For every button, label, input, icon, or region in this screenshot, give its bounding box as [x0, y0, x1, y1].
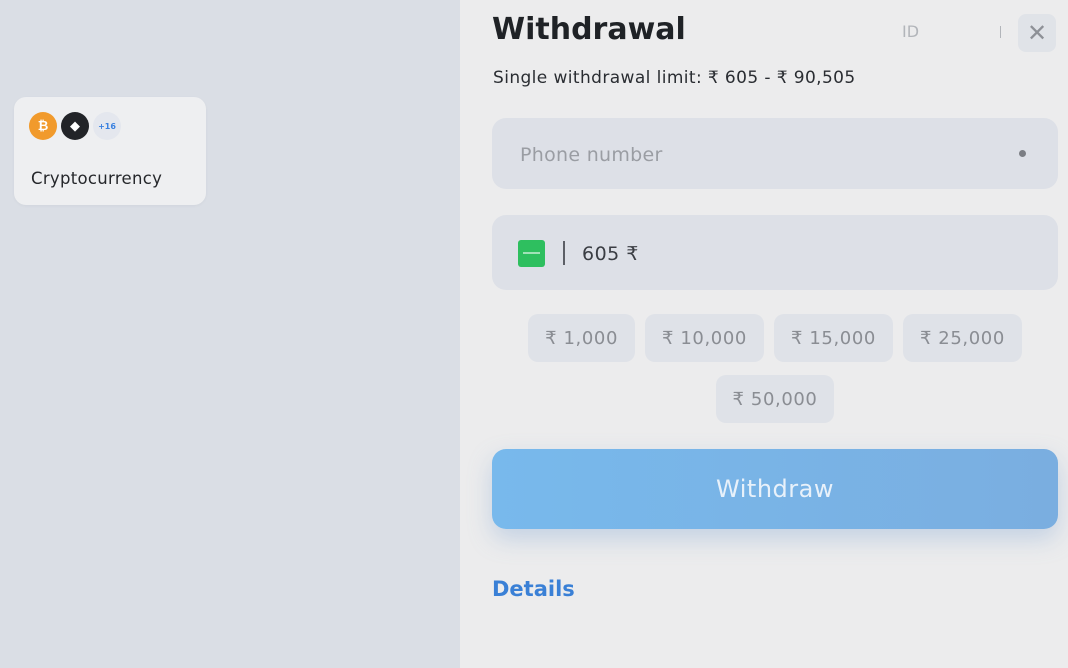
ethereum-icon: ◆ — [61, 112, 89, 140]
withdrawal-panel: Withdrawal ID ✕ Single withdrawal limit:… — [460, 0, 1068, 668]
payment-method-label: Cryptocurrency — [31, 169, 163, 188]
payment-system-icon — [518, 240, 545, 267]
preset-amount-button[interactable]: ₹ 25,000 — [902, 314, 1022, 362]
preset-amount-button[interactable]: ₹ 10,000 — [645, 314, 764, 362]
close-icon: ✕ — [1026, 19, 1048, 47]
phone-number-field — [492, 118, 1058, 191]
page-title: Withdrawal — [492, 12, 686, 47]
payment-method-cryptocurrency[interactable]: ₿ ◆ +16 Cryptocurrency — [14, 97, 206, 205]
coin-icons: ₿ ◆ +16 — [29, 112, 125, 140]
close-button[interactable]: ✕ — [1018, 14, 1056, 52]
phone-number-input[interactable] — [518, 118, 1002, 191]
withdrawal-limit-text: Single withdrawal limit: ₹ 605 - ₹ 90,50… — [493, 68, 856, 88]
id-label: ID — [902, 22, 920, 41]
amount-presets: ₹ 1,000 ₹ 10,000 ₹ 15,000 ₹ 25,000 ₹ 50,… — [492, 314, 1058, 423]
field-divider — [563, 241, 565, 265]
payment-methods-pane: ₿ ◆ +16 Cryptocurrency — [0, 0, 460, 668]
withdraw-button[interactable]: Withdraw — [492, 449, 1058, 529]
more-coins-badge: +16 — [93, 112, 121, 140]
preset-amount-button[interactable]: ₹ 50,000 — [715, 375, 835, 423]
details-link[interactable]: Details — [492, 577, 575, 601]
preset-amount-button[interactable]: ₹ 1,000 — [528, 314, 635, 362]
header-divider — [1000, 26, 1001, 38]
required-indicator-icon — [1019, 150, 1026, 157]
amount-input[interactable] — [580, 215, 984, 292]
preset-amount-button[interactable]: ₹ 15,000 — [773, 314, 893, 362]
bitcoin-icon: ₿ — [29, 112, 57, 140]
amount-field — [492, 215, 1058, 292]
